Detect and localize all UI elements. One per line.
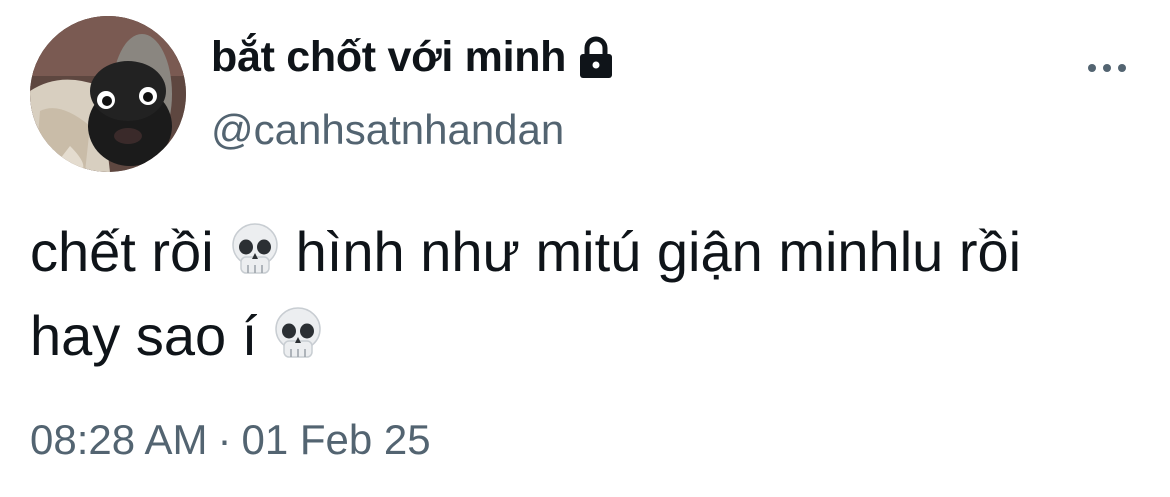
tweet-line-1: chết rồi hình như mitú giận minhlu rồi: [30, 210, 1150, 294]
tweet-line-2: hay sao í: [30, 294, 1150, 378]
tweet-text-segment: hình như mitú giận minhlu rồi: [295, 220, 1022, 283]
tweet-text: chết rồi hình như mitú giận minhlu rồi h…: [30, 210, 1150, 378]
timestamp[interactable]: 08:28 AM · 01 Feb 25: [30, 416, 431, 464]
user-handle[interactable]: @canhsatnhandan: [211, 106, 564, 154]
tweet-text-segment: hay sao í: [30, 304, 258, 367]
pug-avatar-image: [30, 16, 186, 172]
lock-icon: [580, 36, 613, 78]
skull-emoji-icon: [231, 223, 278, 274]
skull-emoji-icon: [275, 307, 322, 358]
display-name-text: bắt chốt với minh: [211, 33, 567, 81]
tweet-text-segment: chết rồi: [30, 220, 214, 283]
separator: ·: [217, 416, 232, 463]
display-name[interactable]: bắt chốt với minh: [211, 33, 616, 82]
tweet-time: 08:28 AM: [30, 416, 208, 463]
tweet-card: bắt chốt với minh @canhsatnhandan chết r…: [0, 0, 1170, 497]
avatar[interactable]: [30, 16, 186, 172]
tweet-date: 01 Feb 25: [241, 416, 431, 463]
more-horizontal-icon[interactable]: [1085, 56, 1129, 80]
